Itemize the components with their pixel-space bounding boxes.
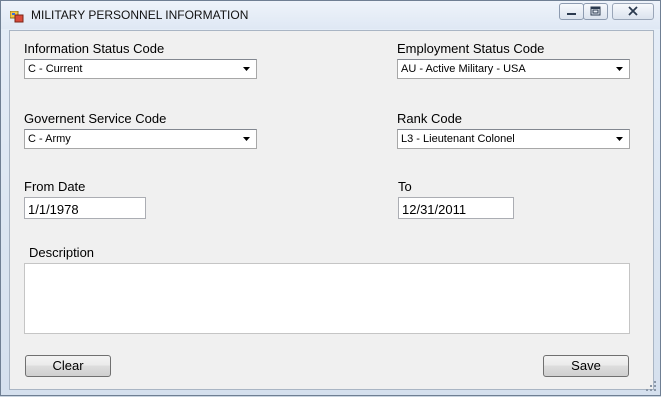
title-bar[interactable]: MILITARY PERSONNEL INFORMATION	[1, 1, 660, 29]
description-textarea[interactable]	[24, 263, 630, 334]
to-date-label: To	[398, 179, 412, 194]
app-icon	[9, 10, 24, 23]
maximize-button[interactable]	[583, 3, 608, 20]
rank-label: Rank Code	[397, 111, 463, 126]
resize-grip-icon[interactable]	[645, 379, 657, 391]
from-date-field[interactable]: 1/1/1978	[24, 197, 146, 219]
chevron-down-icon[interactable]	[239, 61, 255, 77]
employment-status-select[interactable]: AU - Active Military - USA	[397, 59, 630, 79]
employment-status-label: Employment Status Code	[397, 41, 545, 56]
minimize-button[interactable]	[559, 3, 584, 20]
government-service-select[interactable]: C - Army	[24, 129, 257, 149]
employment-status-value: AU - Active Military - USA	[401, 63, 526, 75]
rank-select[interactable]: L3 - Lieutenant Colonel	[397, 129, 630, 149]
clear-button[interactable]: Clear	[25, 355, 111, 377]
chevron-down-icon[interactable]	[612, 61, 628, 77]
window-title: MILITARY PERSONNEL INFORMATION	[31, 8, 249, 22]
form-panel: Information Status Code C - Current Empl…	[9, 30, 654, 390]
rank-value: L3 - Lieutenant Colonel	[401, 133, 515, 145]
chevron-down-icon[interactable]	[612, 131, 628, 147]
government-service-value: C - Army	[28, 133, 71, 145]
description-label: Description	[29, 245, 95, 260]
minimize-icon	[567, 13, 576, 15]
save-button[interactable]: Save	[543, 355, 629, 377]
from-date-value: 1/1/1978	[28, 202, 79, 217]
close-icon	[628, 6, 638, 16]
information-status-value: C - Current	[28, 63, 83, 75]
to-date-field[interactable]: 12/31/2011	[398, 197, 514, 219]
from-date-label: From Date	[24, 179, 86, 194]
information-status-select[interactable]: C - Current	[24, 59, 257, 79]
to-date-value: 12/31/2011	[402, 202, 467, 217]
close-button[interactable]	[612, 3, 654, 20]
government-service-label: Governent Service Code	[24, 111, 167, 126]
chevron-down-icon[interactable]	[239, 131, 255, 147]
app-window: MILITARY PERSONNEL INFORMATION Informati…	[0, 0, 661, 396]
information-status-label: Information Status Code	[24, 41, 165, 56]
maximize-icon	[590, 6, 601, 16]
